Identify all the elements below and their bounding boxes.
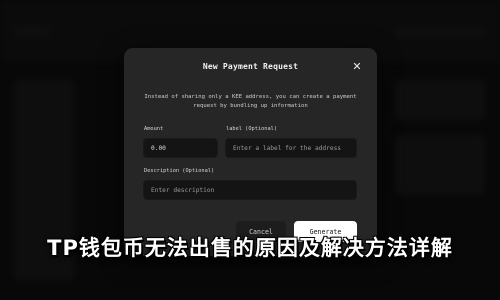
modal-title: New Payment Request xyxy=(202,62,299,71)
modal-description: Instead of sharing only a KEE address, y… xyxy=(144,94,357,109)
label-input[interactable] xyxy=(225,138,357,158)
description-input[interactable] xyxy=(143,180,357,200)
amount-label: Amount xyxy=(144,126,164,132)
overlay-title: TP钱包币无法出售的原因及解决方法详解 xyxy=(47,236,453,260)
label-field-label: label (Optional) xyxy=(226,126,278,132)
description-field-label: Description (Optional) xyxy=(144,168,215,174)
close-icon[interactable]: ✕ xyxy=(351,61,363,73)
payment-request-modal: New Payment Request ✕ Instead of sharing… xyxy=(124,48,377,256)
amount-input[interactable] xyxy=(143,138,218,158)
